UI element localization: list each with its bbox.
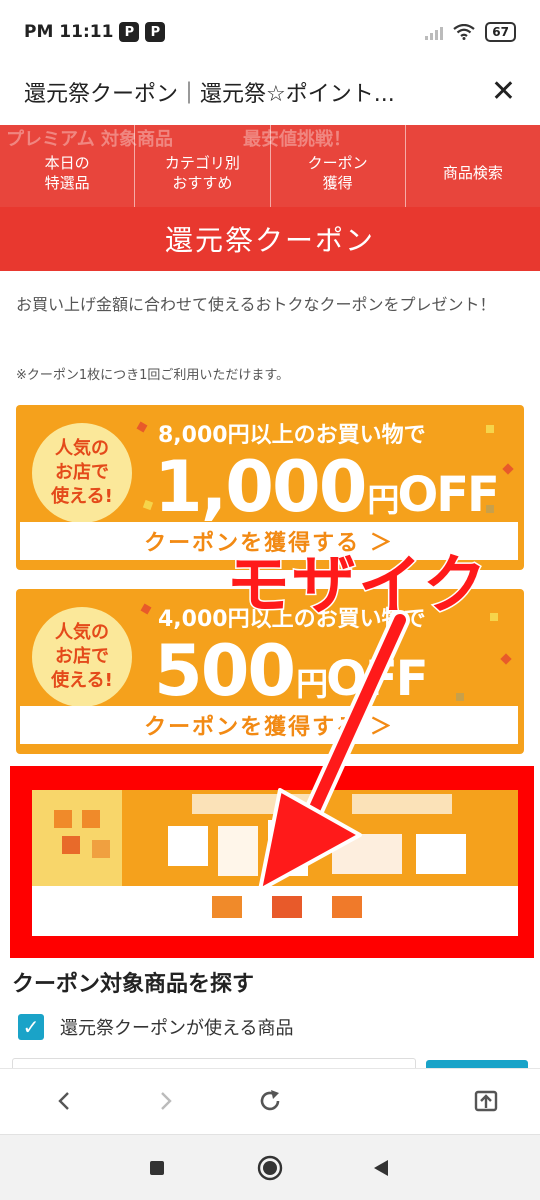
signal-icon <box>425 24 444 40</box>
nav-item-label: 獲得 <box>322 174 353 192</box>
system-nav-bar <box>0 1134 540 1200</box>
forward-icon[interactable] <box>146 1081 186 1121</box>
battery-indicator: 67 <box>485 22 516 42</box>
nav-item-search[interactable]: 商品検索 <box>406 125 540 207</box>
intro-text: お買い上げ金額に合わせて使えるおトクなクーポンをプレゼント！ <box>16 295 496 314</box>
page-title: 還元祭クーポン｜還元祭☆ポイント... <box>24 82 395 107</box>
reload-icon[interactable] <box>250 1081 290 1121</box>
checkbox[interactable]: ✓ <box>18 1014 44 1040</box>
nav-item-label: カテゴリ別 <box>164 154 240 172</box>
nav-item-category[interactable]: カテゴリ別 おすすめ <box>135 125 271 207</box>
paypay-icon: P <box>119 22 140 42</box>
coupon-off-label: OFF <box>397 467 499 523</box>
nav-item-coupon[interactable]: クーポン 獲得 <box>271 125 406 207</box>
close-icon[interactable]: ✕ <box>491 77 516 107</box>
nav-item-featured[interactable]: 本日の 特選品 <box>0 125 136 207</box>
paypay-icon: P <box>145 22 166 42</box>
category-nav: プレミアム 対象商品 最安値挑戦！ 本日の 特選品 カテゴリ別 おすすめ クーポ… <box>0 125 540 207</box>
recents-icon[interactable] <box>142 1153 172 1183</box>
wifi-icon <box>453 24 475 40</box>
browser-toolbar <box>0 1068 540 1134</box>
intro-note: ※クーポン1枚につき1回ご利用いただけます。 <box>16 368 290 383</box>
status-time: PM 11:11 <box>24 22 114 42</box>
popular-badge: 人気の お店で 使える! <box>32 607 132 707</box>
home-icon[interactable] <box>255 1153 285 1183</box>
share-icon[interactable] <box>466 1081 506 1121</box>
checkbox-label: 還元祭クーポンが使える商品 <box>60 1018 294 1039</box>
nav-item-label: クーポン <box>307 154 368 172</box>
annotation-arrow-icon <box>258 610 410 892</box>
coupon-amount-unit: 円 <box>367 481 399 519</box>
coupon-condition: 8,000円以上のお買い物で <box>158 423 426 448</box>
back-nav-icon[interactable] <box>366 1153 396 1183</box>
popular-badge: 人気の お店で 使える! <box>32 423 132 523</box>
status-bar: PM 11:11 P P 67 <box>0 0 540 64</box>
section-header: 還元祭クーポン <box>0 207 540 271</box>
search-section-title: クーポン対象商品を探す <box>12 972 255 997</box>
nav-item-label: 本日の <box>44 154 90 172</box>
title-bar: 還元祭クーポン｜還元祭☆ポイント... ✕ <box>0 64 540 120</box>
nav-item-label: おすすめ <box>172 174 233 192</box>
coupon-amount-value: 1,000 <box>154 446 367 528</box>
nav-item-label: 商品検索 <box>442 164 503 182</box>
nav-item-label: 特選品 <box>44 174 90 192</box>
coupon-items-checkbox-row[interactable]: ✓ 還元祭クーポンが使える商品 <box>18 1014 293 1040</box>
back-icon[interactable] <box>44 1081 84 1121</box>
